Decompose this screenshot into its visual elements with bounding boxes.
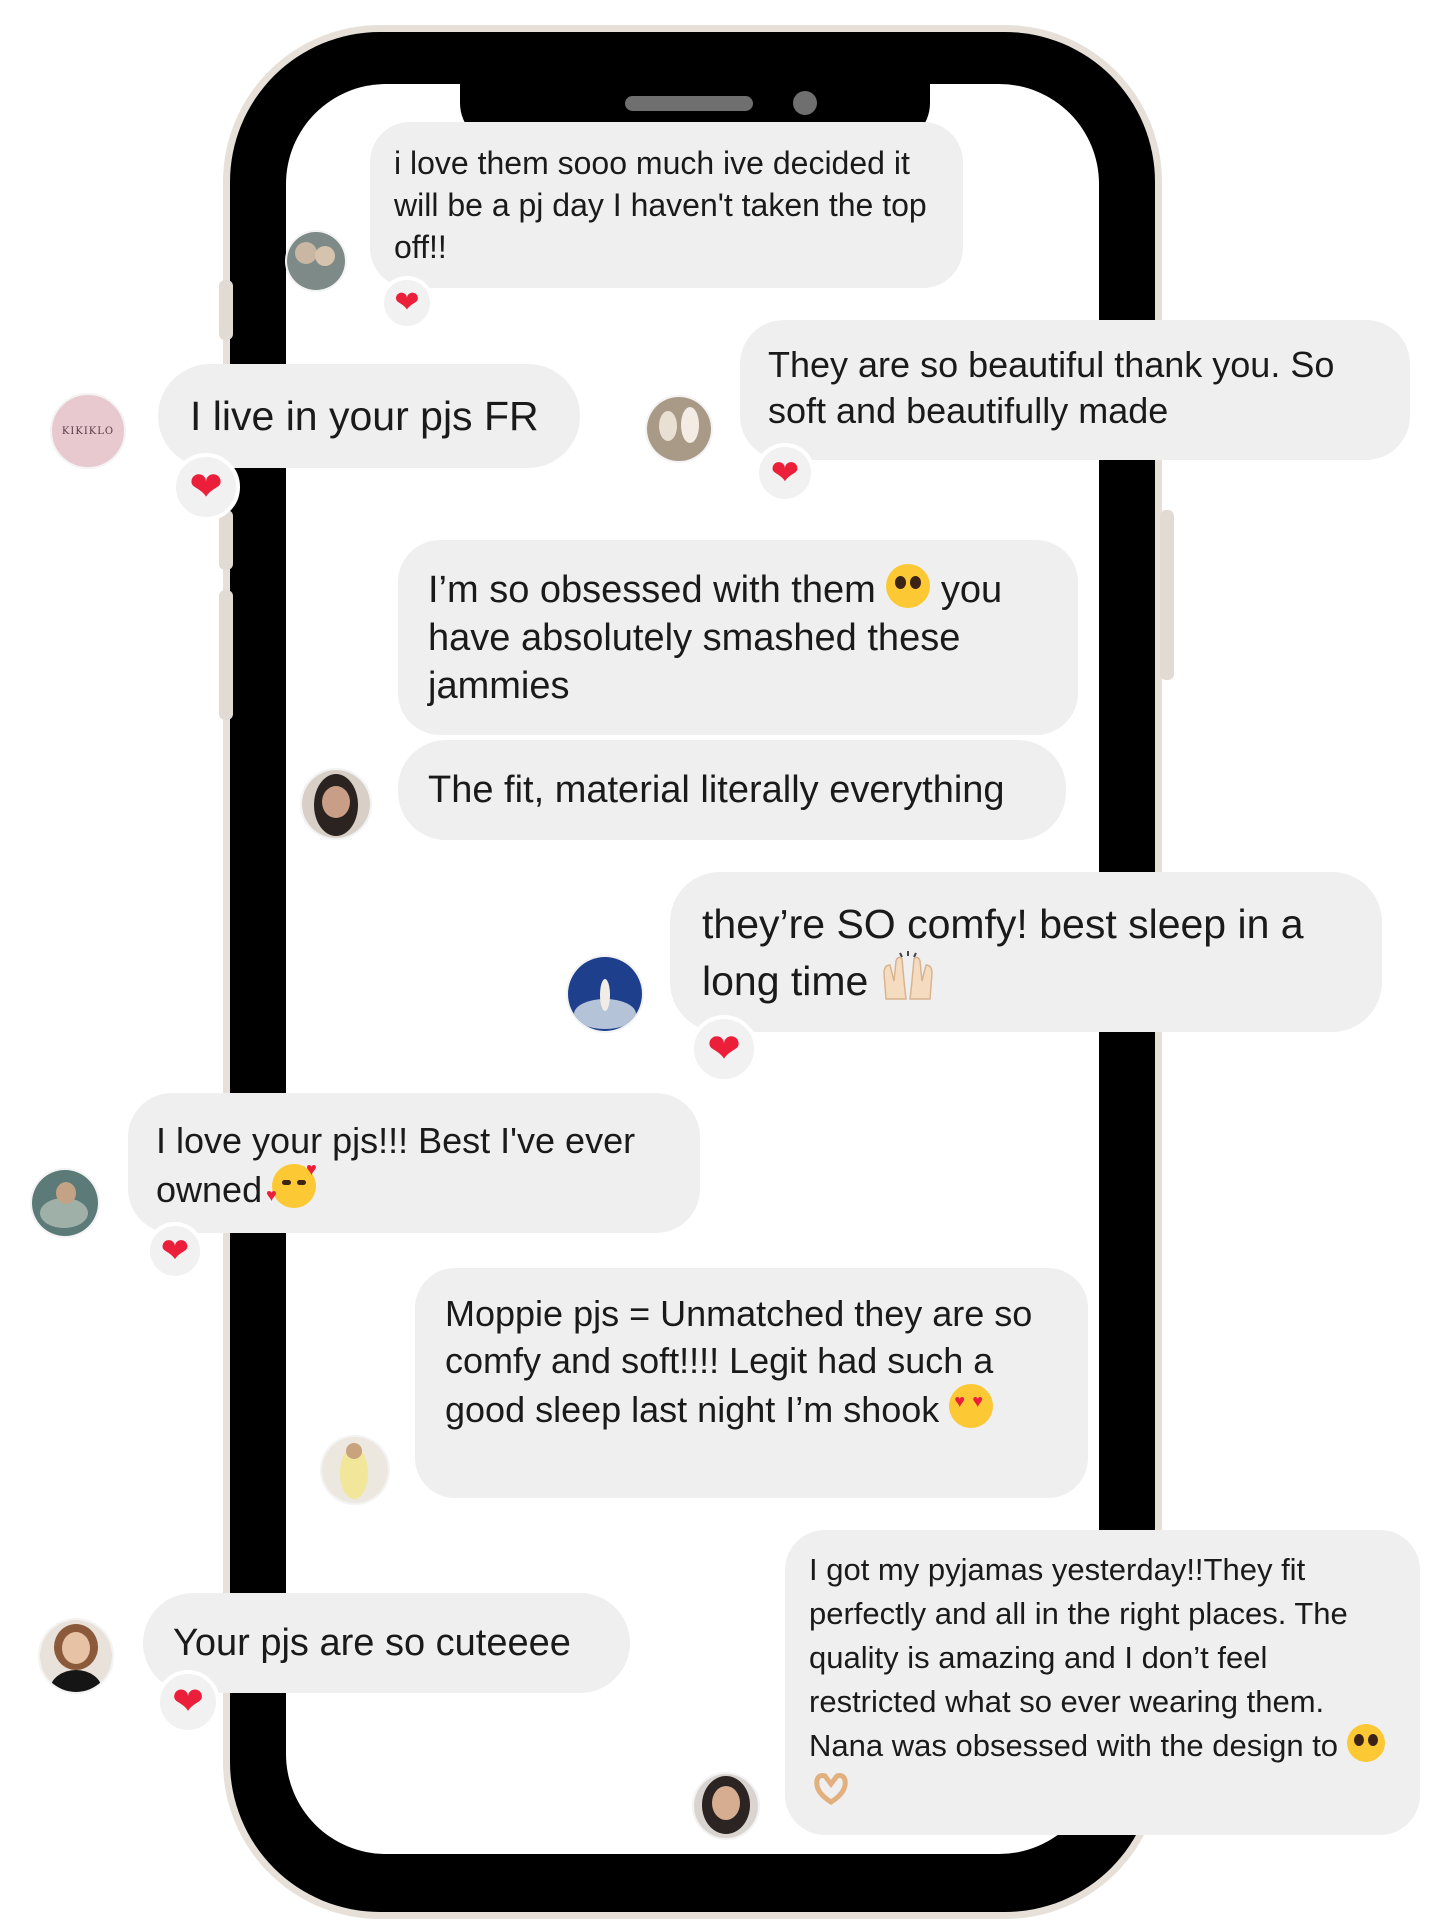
front-camera <box>793 91 817 115</box>
sender-avatar[interactable] <box>692 1772 760 1840</box>
pleading-face-emoji-icon <box>1346 1724 1385 1762</box>
message-2: I live in your pjs FR <box>158 364 580 468</box>
message-text: I’m so obsessed with them <box>428 569 876 611</box>
sender-avatar[interactable] <box>320 1435 390 1505</box>
message-text: Your pjs are so cuteeee <box>173 1622 571 1664</box>
message-text: They are so beautiful thank you. So soft… <box>768 344 1335 431</box>
sender-avatar[interactable] <box>285 230 347 292</box>
message-3: They are so beautiful thank you. So soft… <box>740 320 1410 460</box>
sender-avatar[interactable] <box>566 955 644 1033</box>
message-bubble[interactable]: They are so beautiful thank you. So soft… <box>740 320 1410 460</box>
phone-side-button <box>1160 510 1174 680</box>
message-1: i love them sooo much ive decided it wil… <box>370 122 963 312</box>
message-text: I live in your pjs FR <box>190 393 539 439</box>
message-text: they’re SO comfy! best sleep in a long t… <box>702 901 1304 1004</box>
message-text: i love them sooo much ive decided it wil… <box>394 145 927 265</box>
heart-reaction-icon[interactable]: ❤ <box>690 1015 758 1083</box>
kikiklo-logo-avatar[interactable]: KIKIKLO <box>50 393 126 469</box>
phone-side-button <box>219 280 233 340</box>
logo-text: KIKIKLO <box>61 425 115 437</box>
message-bubble[interactable]: i love them sooo much ive decided it wil… <box>370 122 963 288</box>
raising-hands-emoji-icon <box>880 951 936 1014</box>
sender-avatar[interactable] <box>300 768 372 840</box>
heart-reaction-icon[interactable]: ❤ <box>380 276 434 330</box>
message-9: I got my pyjamas yesterday!!They fit per… <box>785 1530 1420 1835</box>
message-4: I’m so obsessed with them you have absol… <box>398 540 1078 840</box>
speaker-grille <box>625 96 753 111</box>
message-text: I love your pjs!!! Best I've ever owned <box>156 1120 636 1210</box>
heart-reaction-icon[interactable]: ❤ <box>755 443 815 503</box>
message-bubble[interactable]: they’re SO comfy! best sleep in a long t… <box>670 872 1382 1032</box>
message-bubble[interactable]: The fit, material literally everything <box>398 740 1066 840</box>
message-bubble[interactable]: I love your pjs!!! Best I've ever owned … <box>128 1093 700 1233</box>
smiling-face-with-hearts-emoji-icon: ♥ ♥ <box>266 1160 317 1208</box>
message-text: I got my pyjamas yesterday!!They fit per… <box>809 1552 1348 1763</box>
heart-reaction-icon[interactable]: ❤ <box>146 1222 204 1280</box>
message-bubble[interactable]: Your pjs are so cuteeee <box>143 1593 630 1693</box>
message-5: they’re SO comfy! best sleep in a long t… <box>670 872 1382 1032</box>
message-bubble[interactable]: I’m so obsessed with them you have absol… <box>398 540 1078 735</box>
message-bubble[interactable]: Moppie pjs = Unmatched they are so comfy… <box>415 1268 1088 1498</box>
sender-avatar[interactable] <box>645 395 713 463</box>
phone-side-button <box>219 590 233 720</box>
heart-reaction-icon[interactable]: ❤ <box>156 1670 220 1734</box>
message-6: I love your pjs!!! Best I've ever owned … <box>128 1093 700 1233</box>
message-text: Moppie pjs = Unmatched they are so comfy… <box>445 1293 1033 1430</box>
phone-side-button <box>219 510 233 570</box>
heart-hands-emoji-icon <box>809 1770 853 1818</box>
heart-reaction-icon[interactable]: ❤ <box>172 453 240 521</box>
message-8: Your pjs are so cuteeee <box>143 1593 630 1693</box>
sender-avatar[interactable] <box>38 1618 114 1694</box>
heart-eyes-emoji-icon: ♥ ♥ <box>949 1384 994 1428</box>
message-7: Moppie pjs = Unmatched they are so comfy… <box>415 1268 1088 1498</box>
sender-avatar[interactable] <box>30 1168 100 1238</box>
message-text: The fit, material literally everything <box>428 769 1005 811</box>
pleading-face-emoji-icon <box>886 564 931 608</box>
message-bubble[interactable]: I live in your pjs FR <box>158 364 580 468</box>
message-bubble[interactable]: I got my pyjamas yesterday!!They fit per… <box>785 1530 1420 1835</box>
